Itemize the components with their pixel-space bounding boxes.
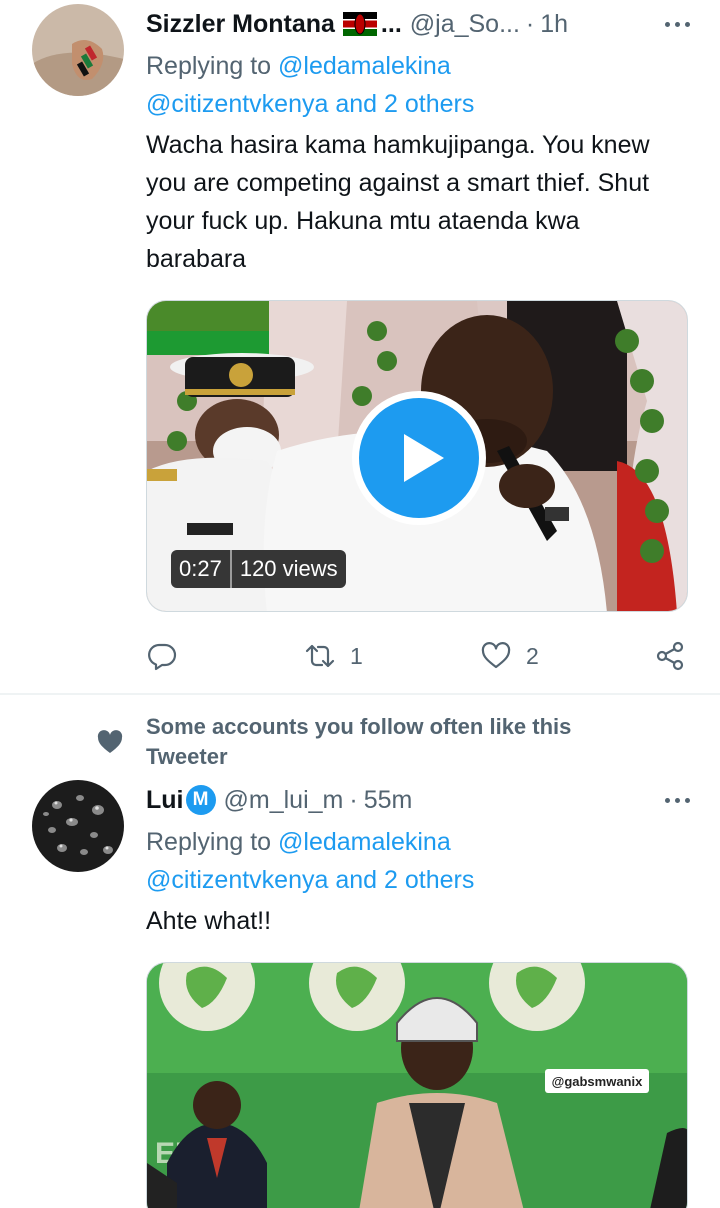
replying-to-others: @citizentvkenya and 2 others — [146, 862, 474, 898]
reply-icon — [148, 643, 177, 671]
tweet-image[interactable]: EBC @gabsmwanix — [146, 962, 688, 1208]
tweet-header: Sizzler Montana ... @ja_So... · 1h — [146, 4, 720, 44]
retweet-icon — [305, 644, 335, 668]
tweet-text: Ahte what!! — [146, 907, 272, 935]
verified-badge-icon: M — [185, 785, 216, 815]
tweet-header: Lui M @m_lui_m · 55m — [146, 780, 720, 820]
tweet-1[interactable]: Sizzler Montana ... @ja_So... · 1h Reply… — [0, 0, 720, 695]
display-name[interactable]: Sizzler Montana — [146, 10, 335, 39]
mention-link[interactable]: @ledamalekina — [278, 828, 451, 856]
name-ellipsis: ... — [380, 9, 402, 38]
kenya-flag-icon — [342, 12, 377, 36]
replying-to-others: @citizentvkenya and 2 others — [146, 86, 474, 122]
tweet-actions: 1 2 — [146, 636, 688, 676]
tweet-2[interactable]: Some accounts you follow often like this… — [0, 700, 720, 1208]
video-player[interactable]: 0:27 120 views — [146, 300, 688, 612]
mention-link[interactable]: @ledamalekina — [278, 52, 451, 80]
timestamp[interactable]: 55m — [364, 786, 413, 815]
replying-to: Replying to @ledamalekina — [146, 824, 451, 860]
separator-dot: · — [349, 785, 358, 814]
timestamp[interactable]: 1h — [540, 10, 568, 39]
watermark: @gabsmwanix — [552, 1074, 643, 1089]
handle[interactable]: @m_lui_m — [224, 786, 344, 815]
retweet-count: 1 — [350, 642, 363, 669]
more-icon[interactable] — [665, 780, 690, 820]
retweet-button[interactable]: 1 — [304, 636, 363, 676]
social-context: Some accounts you follow often like this… — [146, 714, 572, 769]
play-icon — [359, 398, 479, 518]
video-duration: 0:27 — [179, 556, 222, 581]
separator-dot: · — [525, 9, 535, 38]
more-icon[interactable] — [665, 4, 690, 44]
reply-button[interactable] — [146, 636, 178, 676]
image-thumbnail: EBC @gabsmwanix — [147, 963, 687, 1208]
display-name[interactable]: Lui — [146, 786, 184, 815]
replying-label: Replying to — [146, 52, 272, 80]
play-button[interactable] — [352, 391, 486, 525]
heart-icon — [97, 730, 123, 753]
mention-others-link[interactable]: @citizentvkenya and 2 others — [146, 866, 474, 894]
replying-to: Replying to @ledamalekina — [146, 48, 451, 84]
heart-icon — [481, 642, 511, 669]
tweet-text: Wacha hasira kama hamkujipanga. You knew… — [146, 131, 650, 273]
mention-others-link[interactable]: @citizentvkenya and 2 others — [146, 90, 474, 118]
avatar[interactable] — [32, 4, 124, 96]
video-views: 120 views — [239, 556, 338, 581]
video-meta: 0:27 120 views — [171, 550, 346, 588]
like-count: 2 — [526, 642, 539, 669]
share-button[interactable] — [654, 636, 686, 676]
like-button[interactable]: 2 — [480, 636, 539, 676]
tweet-divider — [0, 693, 720, 695]
avatar[interactable] — [32, 780, 124, 872]
handle[interactable]: @ja_So... — [410, 10, 520, 39]
share-icon — [656, 641, 684, 671]
replying-label: Replying to — [146, 828, 272, 856]
